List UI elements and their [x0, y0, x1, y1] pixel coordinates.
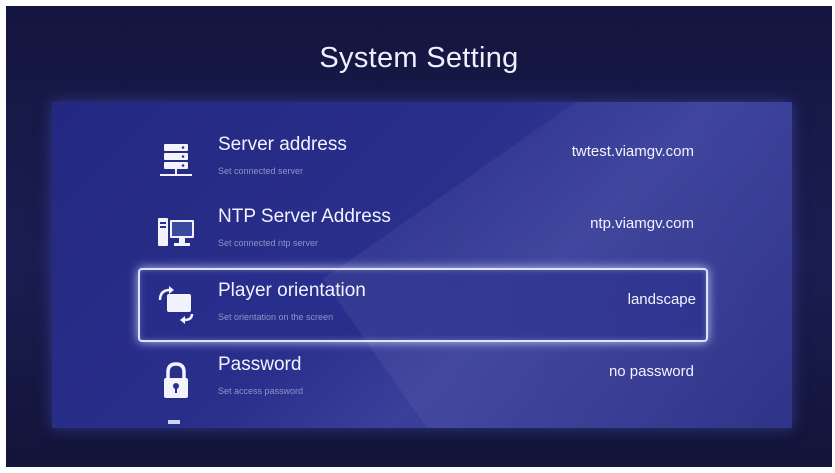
- lock-icon: [156, 360, 196, 400]
- computer-icon: [156, 212, 196, 252]
- settings-screen: System Setting Server address Set connec…: [6, 6, 832, 467]
- page-title: System Setting: [319, 42, 519, 74]
- setting-description: Set connected server: [218, 166, 304, 176]
- settings-list[interactable]: Server address Set connected server twte…: [52, 102, 792, 428]
- setting-label: NTP Server Address: [218, 206, 391, 227]
- next-item-icon-partial: [168, 420, 180, 424]
- setting-value: no password: [608, 363, 694, 380]
- setting-label: Server address: [218, 134, 347, 155]
- setting-description: Set access password: [218, 386, 304, 396]
- setting-item-server-address[interactable]: Server address Set connected server twte…: [52, 122, 792, 192]
- setting-description: Set orientation on the screen: [218, 312, 334, 322]
- setting-item-player-orientation[interactable]: Player orientation Set orientation on th…: [138, 268, 708, 342]
- setting-description: Set connected ntp server: [218, 238, 319, 248]
- setting-item-ntp-server[interactable]: NTP Server Address Set connected ntp ser…: [52, 194, 792, 264]
- setting-value: twtest.viamgv.com: [571, 143, 694, 160]
- setting-label: Password: [218, 354, 302, 375]
- setting-value: ntp.viamgv.com: [590, 215, 694, 232]
- setting-item-password[interactable]: Password Set access password no password: [52, 342, 792, 412]
- screen: System Setting Server address Set connec…: [0, 0, 835, 473]
- server-icon: [156, 140, 196, 180]
- rotate-icon: [156, 284, 196, 324]
- setting-value: landscape: [627, 291, 696, 308]
- setting-label: Player orientation: [218, 280, 366, 301]
